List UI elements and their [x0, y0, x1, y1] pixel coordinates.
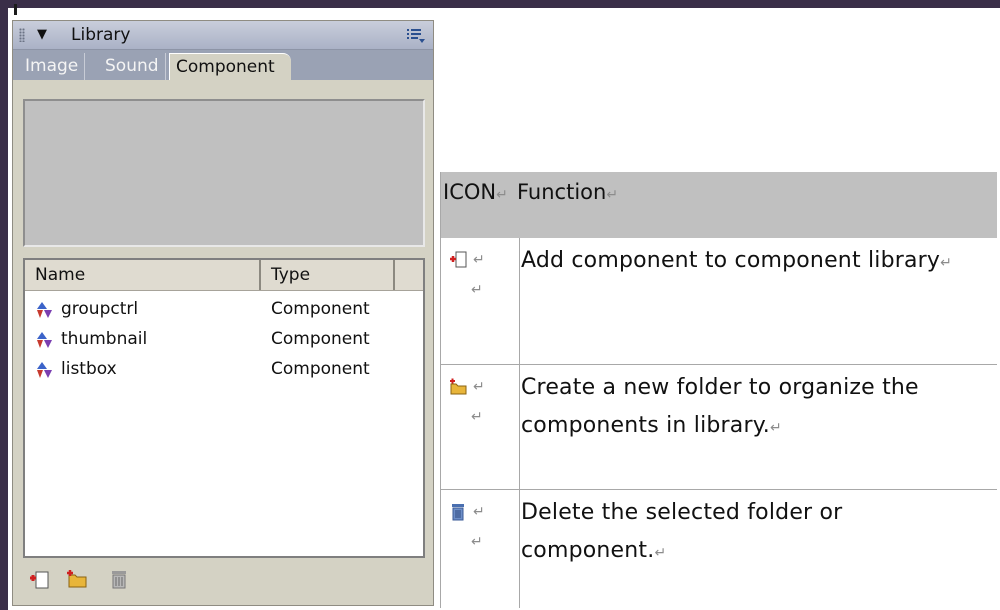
component-icon [37, 302, 52, 318]
column-type[interactable]: Type [261, 260, 395, 290]
item-name: groupctrl [61, 299, 139, 319]
add-component-icon [450, 251, 467, 268]
panel-title: Library [71, 25, 131, 45]
header-function-column: Function↵ [517, 180, 619, 204]
item-type: Component [271, 329, 370, 349]
library-panel: ▼ Library Image Sound Component Name Typ… [12, 20, 434, 606]
paragraph-mark: ↵ [473, 252, 485, 268]
preview-area [23, 99, 425, 247]
table-header: ICON↵ Function↵ [441, 172, 997, 238]
new-folder-button[interactable] [65, 567, 89, 591]
add-component-icon [30, 571, 49, 589]
paragraph-mark: ↵ [471, 282, 483, 298]
cursor-mark [14, 4, 17, 15]
table-row: ↵ ↵ Add component to component library↵ [441, 238, 997, 365]
collapse-arrow-icon[interactable]: ▼ [37, 27, 47, 42]
item-type: Component [271, 299, 370, 319]
options-menu-icon[interactable] [405, 25, 427, 45]
library-tabs: Image Sound Component [13, 50, 433, 80]
list-item[interactable]: thumbnail Component [25, 324, 423, 354]
item-type: Component [271, 359, 370, 379]
delete-icon [112, 571, 126, 589]
header-icon-column: ICON↵ [443, 180, 508, 204]
library-titlebar[interactable]: ▼ Library [13, 21, 433, 50]
tab-sound[interactable]: Sound [99, 53, 166, 80]
component-icon [37, 362, 52, 378]
component-icon [37, 332, 52, 348]
grip-icon[interactable] [19, 28, 25, 42]
tab-image[interactable]: Image [19, 53, 86, 80]
item-name: listbox [61, 359, 117, 379]
paragraph-mark: ↵ [471, 534, 483, 550]
function-table: ICON↵ Function↵ ↵ ↵ Add component to com… [440, 172, 999, 608]
table-row: ↵ ↵ Delete the selected folder or compon… [441, 490, 997, 608]
function-text: Create a new folder to organize the comp… [521, 375, 919, 438]
delete-icon [452, 504, 464, 521]
paragraph-mark: ↵ [473, 504, 485, 520]
item-name: thumbnail [61, 329, 148, 349]
component-list: Name Type groupctrl Component thumbnail … [23, 258, 425, 558]
list-item[interactable]: groupctrl Component [25, 294, 423, 324]
delete-button[interactable] [107, 567, 131, 591]
list-header: Name Type [25, 260, 423, 291]
new-folder-icon [450, 378, 467, 395]
function-text: Add component to component library↵ [521, 248, 953, 273]
add-component-button[interactable] [27, 567, 51, 591]
function-text: Delete the selected folder or component.… [521, 500, 843, 563]
list-item[interactable]: listbox Component [25, 354, 423, 384]
tab-component[interactable]: Component [169, 53, 291, 80]
table-row: ↵ ↵ Create a new folder to organize the … [441, 365, 997, 490]
new-folder-icon [67, 570, 87, 588]
paragraph-mark: ↵ [471, 409, 483, 425]
column-spacer [395, 260, 423, 290]
paragraph-mark: ↵ [473, 379, 485, 395]
column-name[interactable]: Name [25, 260, 261, 290]
